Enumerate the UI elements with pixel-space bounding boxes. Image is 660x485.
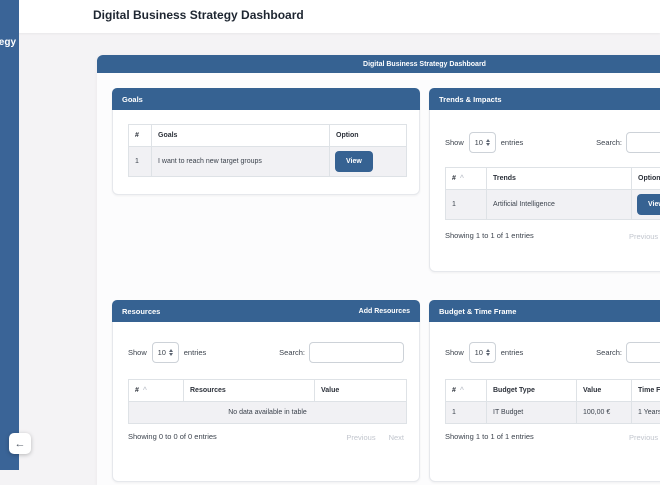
trends-table-info: Showing 1 to 1 of 1 entries (445, 231, 534, 240)
trends-length-control: Show 10 entries (445, 132, 523, 153)
trends-page-size-select[interactable]: 10 (469, 132, 496, 153)
budget-col-value[interactable]: Value (577, 380, 632, 402)
resources-search-control: Search: (279, 342, 404, 363)
trends-table-row: 1 Artificial Intelligence View (446, 190, 660, 220)
entries-label: entries (501, 138, 524, 147)
trends-previous-button[interactable]: Previous (629, 232, 658, 241)
budget-page-size-select[interactable]: 10 (469, 342, 496, 363)
sort-asc-icon: ^ (143, 387, 147, 394)
budget-panel-header: Budget & Time Frame (429, 300, 660, 322)
search-label: Search: (279, 348, 305, 357)
resources-previous-button[interactable]: Previous (346, 433, 375, 442)
trends-panel: Trends & Impacts Show 10 entries Search:… (429, 88, 660, 272)
add-resources-button[interactable]: Add Resources (359, 308, 410, 315)
trends-col-num[interactable]: #^ (446, 168, 487, 190)
resources-col-resources[interactable]: Resources (184, 380, 315, 402)
resources-next-button[interactable]: Next (389, 433, 404, 442)
page-size-value: 10 (475, 138, 483, 147)
budget-col-type[interactable]: Budget Type (487, 380, 577, 402)
resources-table: #^ Resources Value No data available in … (128, 379, 407, 424)
budget-row-time: 1 Years (632, 402, 660, 424)
budget-table-header-row: #^ Budget Type Value Time Frame (446, 380, 660, 402)
budget-row-value: 100,00 € (577, 402, 632, 424)
trends-pagination: Previous Next (629, 232, 660, 241)
goals-panel-title: Goals (122, 95, 143, 104)
budget-panel: Budget & Time Frame Show 10 entries Sear… (429, 300, 660, 482)
resources-col-num[interactable]: #^ (129, 380, 184, 402)
resources-search-input[interactable] (309, 342, 404, 363)
trends-search-input[interactable] (626, 132, 660, 153)
budget-col-timeframe[interactable]: Time Frame (632, 380, 660, 402)
resources-panel: Resources Add Resources Show 10 entries … (112, 300, 420, 482)
resources-empty-text: No data available in table (129, 402, 407, 424)
budget-table-info: Showing 1 to 1 of 1 entries (445, 432, 534, 441)
goals-col-option: Option (330, 125, 407, 147)
page-size-value: 10 (475, 348, 483, 357)
budget-search-input[interactable] (626, 342, 660, 363)
budget-row-type: IT Budget (487, 402, 577, 424)
resources-page-size-select[interactable]: 10 (152, 342, 179, 363)
resources-table-info: Showing 0 to 0 of 0 entries (128, 432, 217, 441)
goals-table-row: 1 I want to reach new target groups View (129, 147, 407, 177)
top-header-bar: Digital Business Strategy Dashboard (0, 0, 660, 33)
trends-panel-header: Trends & Impacts (429, 88, 660, 110)
goal-row-num: 1 (129, 147, 152, 177)
trends-table: #^ Trends Option 1 Artificial Intelligen… (445, 167, 660, 220)
sort-asc-icon: ^ (460, 175, 464, 182)
goals-panel-header: Goals (112, 88, 420, 110)
budget-row-num: 1 (446, 402, 487, 424)
page-title: Digital Business Strategy Dashboard (93, 8, 304, 22)
dashboard-banner-title: Digital Business Strategy Dashboard (363, 61, 486, 68)
trend-view-button[interactable]: View (637, 194, 660, 215)
sidebar-strategy-label: Strategy (0, 37, 16, 48)
trends-col-option: Option (632, 168, 660, 190)
budget-table: #^ Budget Type Value Time Frame 1 IT Bud… (445, 379, 660, 424)
entries-label: entries (184, 348, 207, 357)
search-label: Search: (596, 348, 622, 357)
trends-col-trends[interactable]: Trends (487, 168, 632, 190)
select-spinner-icon (486, 349, 490, 356)
goal-view-button[interactable]: View (335, 151, 373, 172)
budget-length-control: Show 10 entries (445, 342, 523, 363)
sidebar-toggle-button[interactable]: ← (9, 433, 31, 454)
sort-asc-icon: ^ (460, 387, 464, 394)
resources-length-control: Show 10 entries (128, 342, 206, 363)
show-label: Show (445, 138, 464, 147)
budget-search-control: Search: (596, 342, 660, 363)
trend-row-num: 1 (446, 190, 487, 220)
budget-col-num[interactable]: #^ (446, 380, 487, 402)
goals-col-goals: Goals (152, 125, 330, 147)
goals-table-header-row: # Goals Option (129, 125, 407, 147)
resources-panel-header: Resources Add Resources (112, 300, 420, 322)
resources-col-value[interactable]: Value (315, 380, 407, 402)
search-label: Search: (596, 138, 622, 147)
sidebar[interactable]: Strategy (0, 0, 19, 470)
resources-pagination: Previous Next (346, 433, 404, 442)
back-arrow-icon: ← (15, 438, 26, 450)
trends-search-control: Search: (596, 132, 660, 153)
trends-panel-title: Trends & Impacts (439, 95, 502, 104)
budget-pagination: Previous Next (629, 433, 660, 442)
budget-previous-button[interactable]: Previous (629, 433, 658, 442)
trend-row-text: Artificial Intelligence (487, 190, 632, 220)
entries-label: entries (501, 348, 524, 357)
show-label: Show (445, 348, 464, 357)
trends-table-header-row: #^ Trends Option (446, 168, 660, 190)
resources-empty-row: No data available in table (129, 402, 407, 424)
dashboard-banner: Digital Business Strategy Dashboard (97, 55, 660, 73)
resources-panel-title: Resources (122, 307, 160, 316)
show-label: Show (128, 348, 147, 357)
resources-table-header-row: #^ Resources Value (129, 380, 407, 402)
budget-table-row: 1 IT Budget 100,00 € 1 Years (446, 402, 660, 424)
goal-row-text: I want to reach new target groups (152, 147, 330, 177)
page-size-value: 10 (158, 348, 166, 357)
goals-table: # Goals Option 1 I want to reach new tar… (128, 124, 407, 177)
budget-panel-title: Budget & Time Frame (439, 307, 516, 316)
select-spinner-icon (169, 349, 173, 356)
select-spinner-icon (486, 139, 490, 146)
goals-col-num: # (129, 125, 152, 147)
goals-panel: Goals # Goals Option 1 I want to reach n… (112, 88, 420, 195)
